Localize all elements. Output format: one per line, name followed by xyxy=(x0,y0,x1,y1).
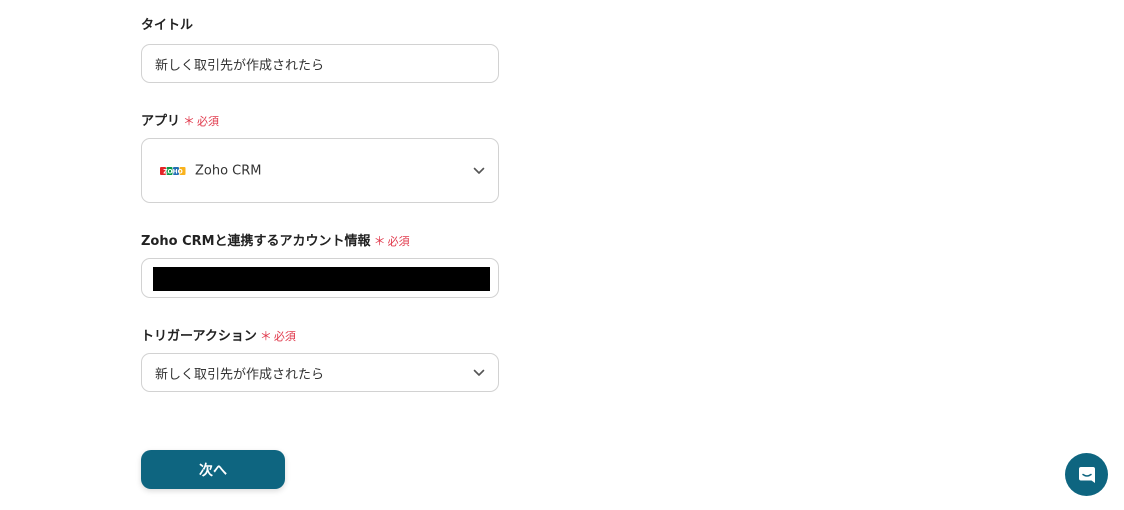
required-badge: ＊必須 xyxy=(183,114,220,128)
required-asterisk: ＊ xyxy=(183,114,196,128)
account-label: Zoho CRMと連携するアカウント情報＊必須 xyxy=(141,233,410,250)
title-input-value: 新しく取引先が作成されたら xyxy=(155,58,325,73)
next-button-label: 次へ xyxy=(199,462,227,479)
required-badge: ＊必須 xyxy=(259,329,296,343)
chat-launcher-button[interactable] xyxy=(1065,453,1108,496)
next-button[interactable]: 次へ xyxy=(141,450,285,489)
app-label-text: アプリ xyxy=(141,114,181,129)
title-label-text: タイトル xyxy=(141,18,194,33)
trigger-select-value: 新しく取引先が作成されたら xyxy=(155,367,325,382)
account-select[interactable] xyxy=(141,258,499,298)
account-label-text: Zoho CRMと連携するアカウント情報 xyxy=(141,234,371,249)
required-text: 必須 xyxy=(197,115,220,128)
chat-icon xyxy=(1078,466,1095,483)
trigger-label: トリガーアクション＊必須 xyxy=(141,328,296,345)
chevron-down-icon xyxy=(473,167,485,174)
required-badge: ＊必須 xyxy=(373,234,410,248)
required-text: 必須 xyxy=(387,235,410,248)
trigger-label-text: トリガーアクション xyxy=(141,329,257,344)
title-label: タイトル xyxy=(141,18,193,34)
svg-text:ZOHO: ZOHO xyxy=(163,168,183,175)
app-select[interactable]: ZOHO Zoho CRM xyxy=(141,138,499,203)
redacted-account-value xyxy=(153,267,490,291)
trigger-select[interactable]: 新しく取引先が作成されたら xyxy=(141,353,499,392)
app-select-value: Zoho CRM xyxy=(195,163,262,178)
zoho-logo-icon: ZOHO xyxy=(160,166,186,175)
app-label: アプリ＊必須 xyxy=(141,113,219,130)
required-asterisk: ＊ xyxy=(373,234,386,248)
required-text: 必須 xyxy=(273,330,296,343)
title-input[interactable]: 新しく取引先が作成されたら xyxy=(141,44,499,83)
flow-settings-page: タイトル 新しく取引先が作成されたら アプリ＊必須 ZOHO Zoho CRM … xyxy=(0,0,1124,510)
required-asterisk: ＊ xyxy=(259,329,272,343)
chevron-down-icon xyxy=(473,369,485,376)
